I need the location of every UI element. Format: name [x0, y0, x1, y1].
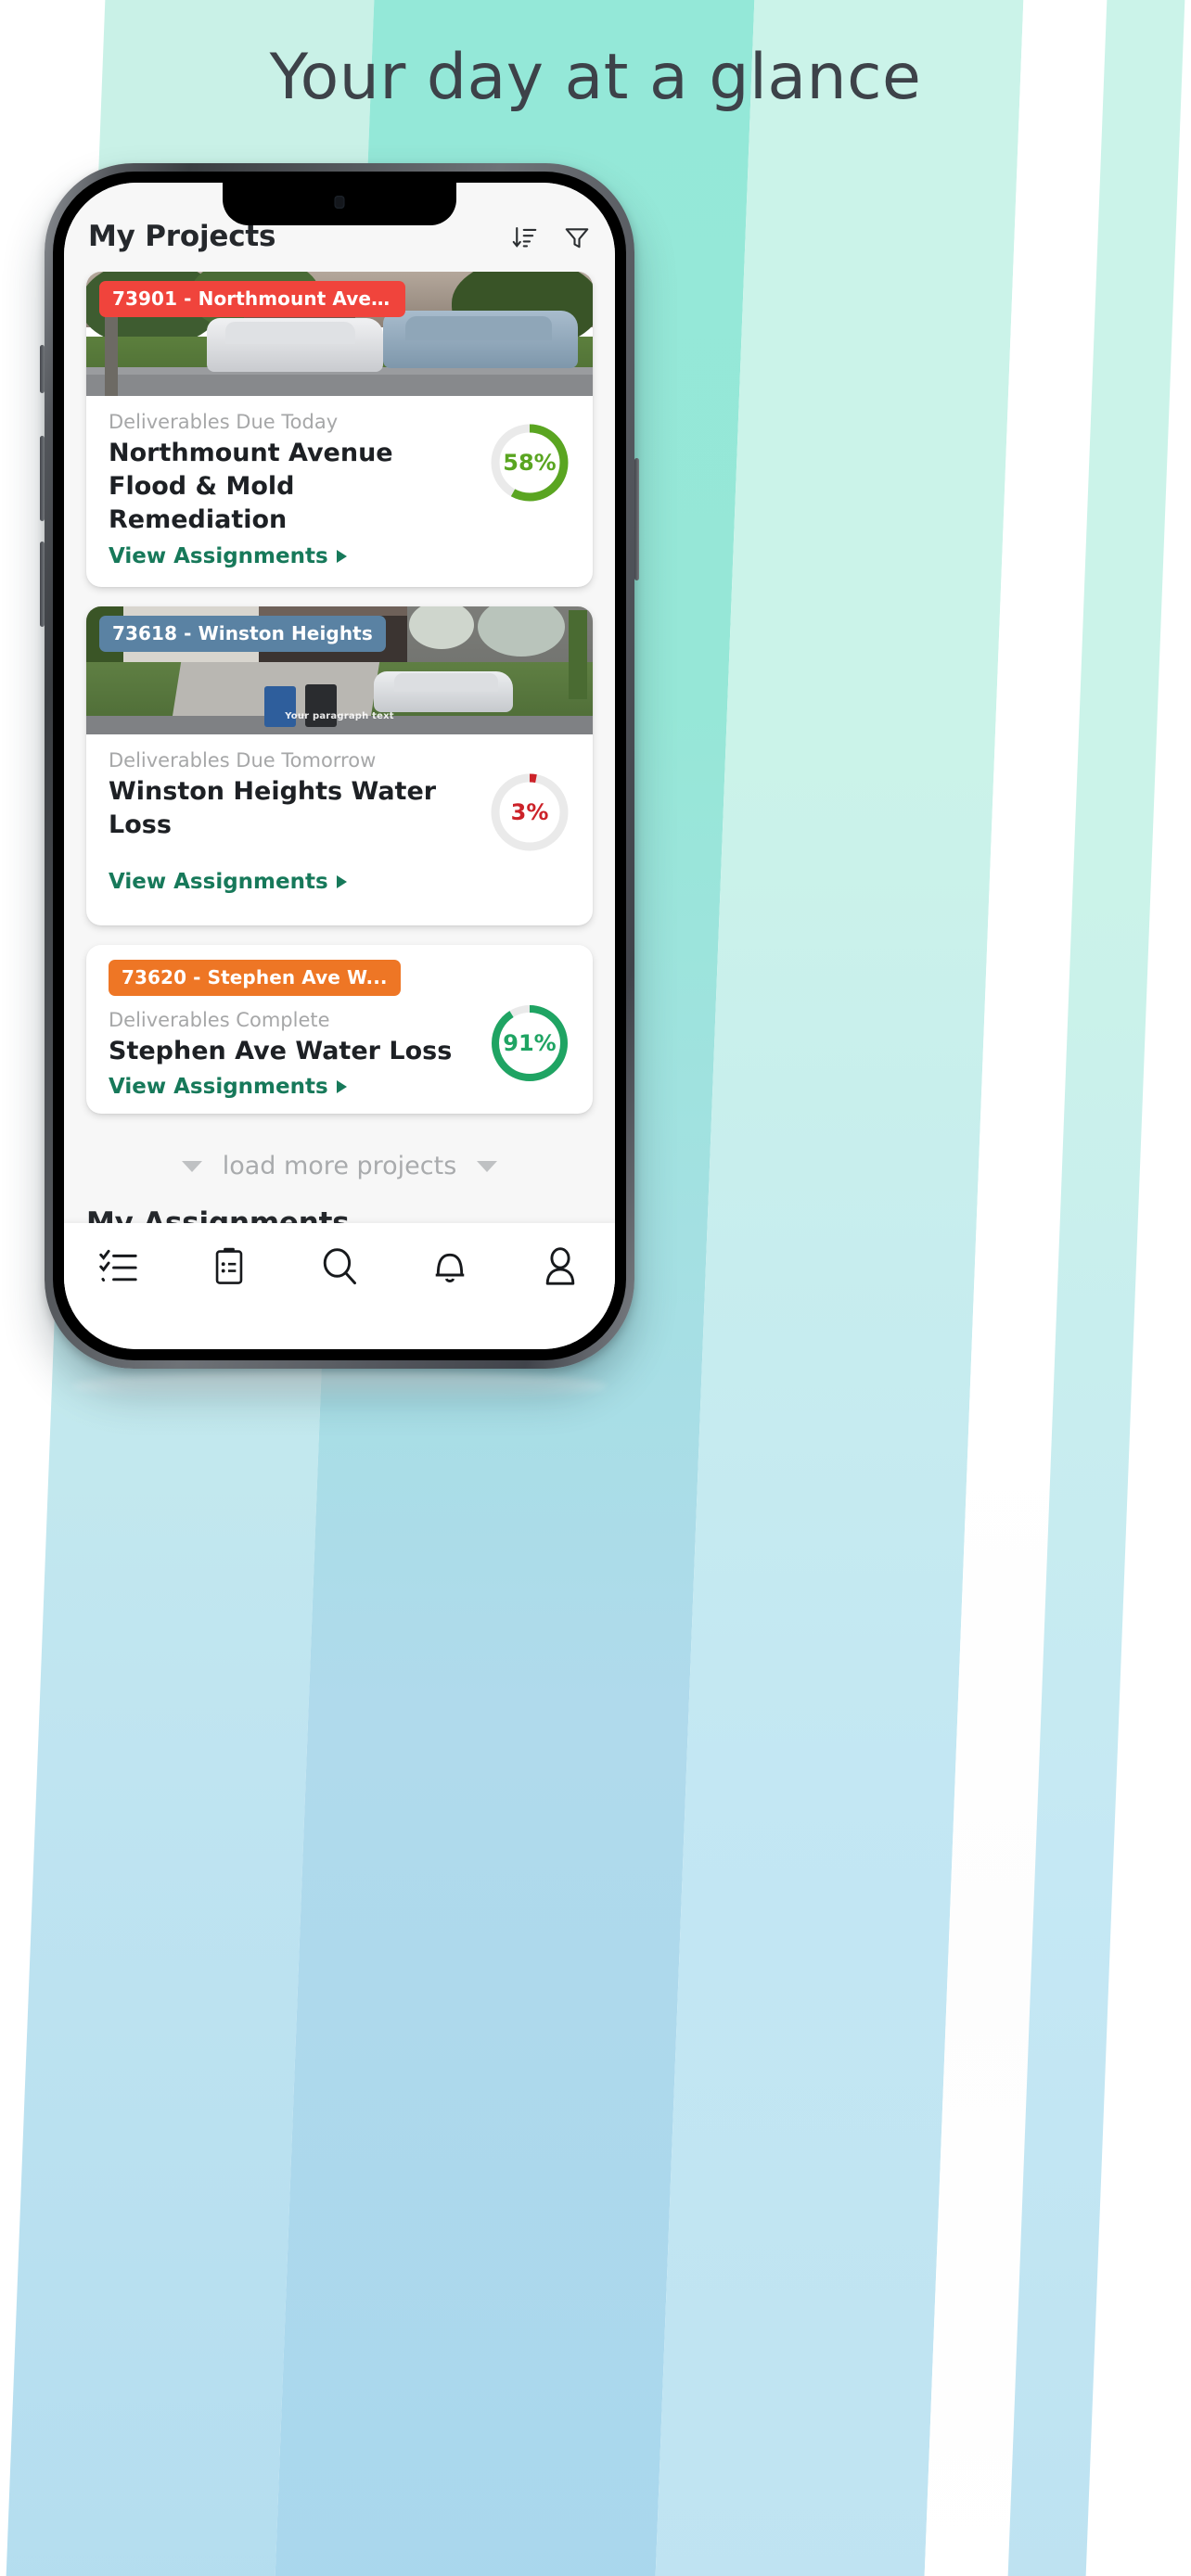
- progress-ring: 91%: [487, 1001, 572, 1086]
- phone-bezel: My Projects 73901 - Northmount Avenu... …: [53, 172, 626, 1360]
- phone-screen: My Projects 73901 - Northmount Avenu... …: [64, 183, 615, 1349]
- due-label: Deliverables Due Tomorrow: [109, 748, 377, 772]
- project-card[interactable]: 73901 - Northmount Avenu... Deliverables…: [86, 272, 593, 587]
- nav-search-icon[interactable]: [305, 1238, 374, 1295]
- sort-descending-icon[interactable]: [511, 223, 539, 251]
- project-name: Northmount Avenue Flood & Mold Remediati…: [109, 439, 393, 534]
- project-badge: 73620 - Stephen Ave W...: [109, 959, 401, 996]
- chevron-right-icon: [336, 874, 347, 888]
- nav-clipboard-icon[interactable]: [195, 1238, 263, 1295]
- project-list: 73901 - Northmount Avenu... Deliverables…: [64, 272, 615, 1115]
- project-card-body: Deliverables Due Tomorrow Winston Height…: [86, 734, 593, 925]
- progress-value: 58%: [503, 450, 557, 476]
- due-label: Deliverables Complete: [109, 1008, 330, 1031]
- nav-checklist-icon[interactable]: [84, 1238, 153, 1295]
- photo-watermark: Your paragraph text: [285, 710, 394, 721]
- progress-value: 3%: [510, 798, 549, 825]
- phone-notch: [223, 183, 456, 225]
- view-assignments-label: View Assignments: [109, 1075, 328, 1100]
- poster-stage: Your day at a glance My Projects 73901 -…: [0, 0, 1191, 2576]
- nav-person-icon[interactable]: [526, 1238, 595, 1295]
- project-card[interactable]: 73620 - Stephen Ave W... Deliverables Co…: [86, 944, 593, 1115]
- nav-bell-icon[interactable]: [416, 1238, 484, 1295]
- phone-reflection: [72, 1371, 607, 1402]
- view-assignments-label: View Assignments: [109, 543, 328, 568]
- power-button[interactable]: [634, 458, 639, 580]
- filter-funnel-icon[interactable]: [563, 223, 591, 251]
- chevron-right-icon: [336, 1080, 347, 1094]
- progress-ring: 58%: [487, 420, 572, 505]
- project-photo: 73901 - Northmount Avenu...: [86, 272, 593, 396]
- front-camera-icon: [334, 196, 345, 209]
- project-badge: 73618 - Winston Heights: [99, 615, 386, 652]
- project-name: Stephen Ave Water Loss: [109, 1036, 453, 1065]
- load-more-label: load more projects: [222, 1152, 457, 1181]
- bottom-navigation: [64, 1223, 615, 1349]
- poster-headline: Your day at a glance: [269, 41, 922, 114]
- chevron-right-icon: [336, 549, 347, 563]
- view-assignments-link[interactable]: View Assignments: [109, 1075, 480, 1099]
- project-card[interactable]: 73618 - Winston Heights Your paragraph t…: [86, 606, 593, 925]
- project-name: Winston Heights Water Loss: [109, 776, 437, 839]
- progress-value: 91%: [503, 1029, 557, 1056]
- load-more-projects[interactable]: load more projects: [64, 1133, 615, 1192]
- header-actions: [511, 214, 591, 251]
- view-assignments-link[interactable]: View Assignments: [109, 870, 480, 894]
- phone-frame: My Projects 73901 - Northmount Avenu... …: [40, 163, 639, 1369]
- project-photo: 73618 - Winston Heights Your paragraph t…: [86, 606, 593, 734]
- progress-ring: 3%: [487, 770, 572, 855]
- volume-down-button[interactable]: [40, 542, 45, 627]
- view-assignments-link[interactable]: View Assignments: [109, 544, 480, 568]
- mute-switch[interactable]: [40, 345, 45, 393]
- volume-up-button[interactable]: [40, 436, 45, 521]
- chevron-down-icon: [181, 1160, 202, 1172]
- chevron-down-icon: [477, 1160, 498, 1172]
- project-badge: 73901 - Northmount Avenu...: [99, 281, 405, 317]
- view-assignments-label: View Assignments: [109, 869, 328, 894]
- project-card-body: 73620 - Stephen Ave W... Deliverables Co…: [86, 945, 593, 1115]
- due-label: Deliverables Due Today: [109, 411, 339, 433]
- project-card-body: Deliverables Due Today Northmount Avenue…: [86, 396, 593, 587]
